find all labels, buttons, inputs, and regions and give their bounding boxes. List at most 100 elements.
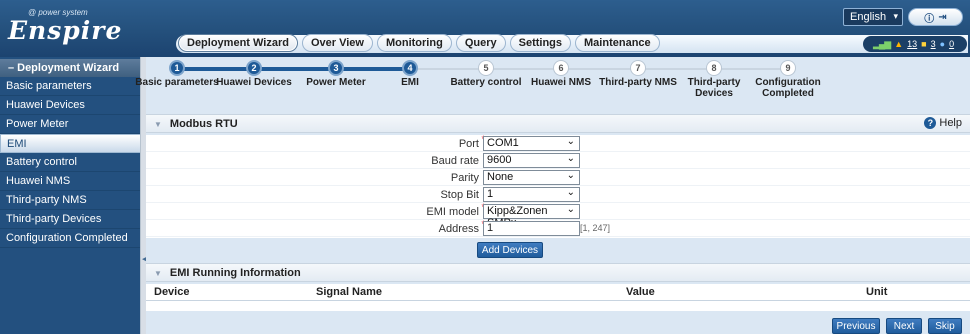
collapse-icon: – bbox=[8, 62, 15, 74]
step-8-label: Third-party Devices bbox=[687, 77, 741, 99]
sidebar-item-huawei-nms[interactable]: Huawei NMS bbox=[0, 172, 140, 191]
tab-maintenance[interactable]: Maintenance bbox=[575, 34, 660, 52]
step-6-node[interactable]: 6 bbox=[553, 60, 569, 76]
sidebar-item-configuration-completed[interactable]: Configuration Completed bbox=[0, 229, 140, 248]
sidebar-item-third-party-nms[interactable]: Third-party NMS bbox=[0, 191, 140, 210]
language-value: English bbox=[850, 11, 887, 23]
address-range-hint: [1, 247] bbox=[580, 223, 611, 233]
chevron-down-icon: ⌄ bbox=[566, 204, 575, 215]
port-row: Port * COM1 ⌄ bbox=[146, 134, 970, 152]
modbus-form: Port * COM1 ⌄ Baud rate 9600 ⌄ Parity No… bbox=[146, 134, 970, 238]
main-content: 1 Basic parameters 2 Huawei Devices 3 Power M… bbox=[135, 57, 970, 334]
step-1-node[interactable]: 1 bbox=[169, 60, 185, 76]
stepper-progress-done bbox=[177, 67, 410, 71]
stepper-progress-todo bbox=[410, 68, 788, 70]
alarm-summary: ▂▄▆ ▲ 13 ■ 3 ● 0 bbox=[863, 36, 967, 52]
modbus-section-title: Modbus RTU bbox=[169, 118, 238, 130]
chevron-down-icon: ⌄ bbox=[566, 170, 575, 181]
sidebar-title[interactable]: – Deployment Wizard bbox=[0, 59, 140, 77]
sidebar: – Deployment Wizard Basic parameters Huaw… bbox=[0, 57, 145, 334]
next-button[interactable]: Next bbox=[886, 318, 922, 334]
major-alarm-icon: ▲ bbox=[894, 39, 904, 49]
step-3-label: Power Meter bbox=[306, 77, 366, 88]
expand-triangle-icon: ▼ bbox=[154, 120, 162, 129]
tab-monitoring[interactable]: Monitoring bbox=[376, 34, 452, 52]
sidebar-item-huawei-devices[interactable]: Huawei Devices bbox=[0, 96, 140, 115]
stopbit-row: Stop Bit 1 ⌄ bbox=[146, 186, 970, 203]
column-value: Value bbox=[626, 286, 655, 298]
help-link[interactable]: ? Help bbox=[924, 117, 962, 129]
baud-select[interactable]: 9600 ⌄ bbox=[483, 153, 580, 168]
column-signal-name: Signal Name bbox=[316, 286, 383, 298]
help-icon: ? bbox=[924, 117, 937, 129]
warning-alarm-count[interactable]: 0 bbox=[949, 39, 954, 49]
step-1-label: Basic parameters bbox=[135, 77, 219, 88]
step-9-label: Configuration Completed bbox=[755, 77, 821, 99]
tab-deployment-wizard[interactable]: Deployment Wizard bbox=[178, 34, 298, 52]
model-label: EMI model bbox=[426, 206, 479, 218]
sidebar-item-power-meter[interactable]: Power Meter bbox=[0, 115, 140, 134]
step-7-node[interactable]: 7 bbox=[630, 60, 646, 76]
baud-row: Baud rate 9600 ⌄ bbox=[146, 152, 970, 169]
port-value: COM1 bbox=[487, 137, 519, 149]
sidebar-title-label: Deployment Wizard bbox=[17, 62, 120, 74]
baud-value: 9600 bbox=[487, 154, 512, 166]
step-5-label: Battery control bbox=[450, 77, 522, 88]
parity-label: Parity bbox=[450, 172, 479, 184]
parity-select[interactable]: None ⌄ bbox=[483, 170, 580, 185]
step-6-label: Huawei NMS bbox=[530, 77, 592, 88]
sidebar-item-emi[interactable]: EMI bbox=[0, 134, 145, 153]
stopbit-value: 1 bbox=[487, 188, 494, 200]
step-2-label: Huawei Devices bbox=[216, 77, 292, 88]
warning-alarm-icon: ● bbox=[939, 39, 946, 49]
info-icon[interactable]: ⓘ bbox=[924, 10, 934, 25]
address-label: Address bbox=[438, 223, 479, 235]
running-section-header[interactable]: ▼ EMI Running Information bbox=[146, 263, 970, 282]
parity-value: None bbox=[487, 171, 514, 183]
app-header: @ power system Enspire English ▾ ⓘ ⇥ Dep… bbox=[0, 0, 970, 57]
model-select[interactable]: Kipp&Zonen SMPx ⌄ bbox=[483, 204, 580, 229]
chevron-down-icon: ⌄ bbox=[566, 153, 575, 164]
step-7-label: Third-party NMS bbox=[599, 77, 677, 88]
step-8-node[interactable]: 8 bbox=[706, 60, 722, 76]
running-table-header: Device Signal Name Value Unit bbox=[146, 284, 970, 301]
running-section-title: EMI Running Information bbox=[169, 267, 301, 279]
sidebar-item-basic-parameters[interactable]: Basic parameters bbox=[0, 77, 140, 96]
step-5-node[interactable]: 5 bbox=[478, 60, 494, 76]
previous-button[interactable]: Previous bbox=[832, 318, 880, 334]
major-alarm-count[interactable]: 13 bbox=[907, 39, 917, 49]
minor-alarm-count[interactable]: 3 bbox=[931, 39, 936, 49]
top-action-buttons: ⓘ ⇥ bbox=[908, 8, 963, 26]
address-input[interactable]: 1 bbox=[483, 221, 580, 236]
skip-button[interactable]: Skip bbox=[928, 318, 962, 334]
minor-alarm-icon: ■ bbox=[921, 39, 927, 49]
tab-query[interactable]: Query bbox=[455, 34, 506, 52]
main-tabs: Deployment Wizard Over View Monitoring Q… bbox=[178, 34, 660, 52]
tab-overview[interactable]: Over View bbox=[301, 34, 373, 52]
port-label: Port bbox=[458, 138, 479, 150]
language-select[interactable]: English ▾ bbox=[843, 8, 903, 26]
sidebar-item-third-party-devices[interactable]: Third-party Devices bbox=[0, 210, 140, 229]
column-unit: Unit bbox=[866, 286, 888, 298]
address-row: Address * 1 [1, 247] bbox=[146, 219, 970, 237]
parity-row: Parity None ⌄ bbox=[146, 169, 970, 186]
port-select[interactable]: COM1 ⌄ bbox=[483, 136, 580, 151]
step-3-node[interactable]: 3 bbox=[328, 60, 344, 76]
step-4-label: EMI bbox=[401, 77, 419, 88]
column-device: Device bbox=[154, 286, 190, 298]
chevron-down-icon: ▾ bbox=[893, 11, 898, 21]
modbus-section-header[interactable]: ▼ Modbus RTU ? Help bbox=[146, 114, 970, 133]
step-2-node[interactable]: 2 bbox=[246, 60, 262, 76]
add-devices-button[interactable]: Add Devices bbox=[477, 242, 543, 258]
sidebar-item-battery-control[interactable]: Battery control bbox=[0, 153, 140, 172]
step-4-node[interactable]: 4 bbox=[402, 60, 418, 76]
running-table-body bbox=[146, 301, 970, 311]
model-row: EMI model * Kipp&Zonen SMPx ⌄ bbox=[146, 202, 970, 229]
step-9-node[interactable]: 9 bbox=[780, 60, 796, 76]
help-label: Help bbox=[939, 117, 962, 129]
baud-label: Baud rate bbox=[431, 155, 479, 167]
stopbit-select[interactable]: 1 ⌄ bbox=[483, 187, 580, 202]
logout-icon[interactable]: ⇥ bbox=[938, 12, 946, 23]
brand-name: Enspire bbox=[8, 16, 123, 45]
tab-settings[interactable]: Settings bbox=[509, 34, 572, 52]
